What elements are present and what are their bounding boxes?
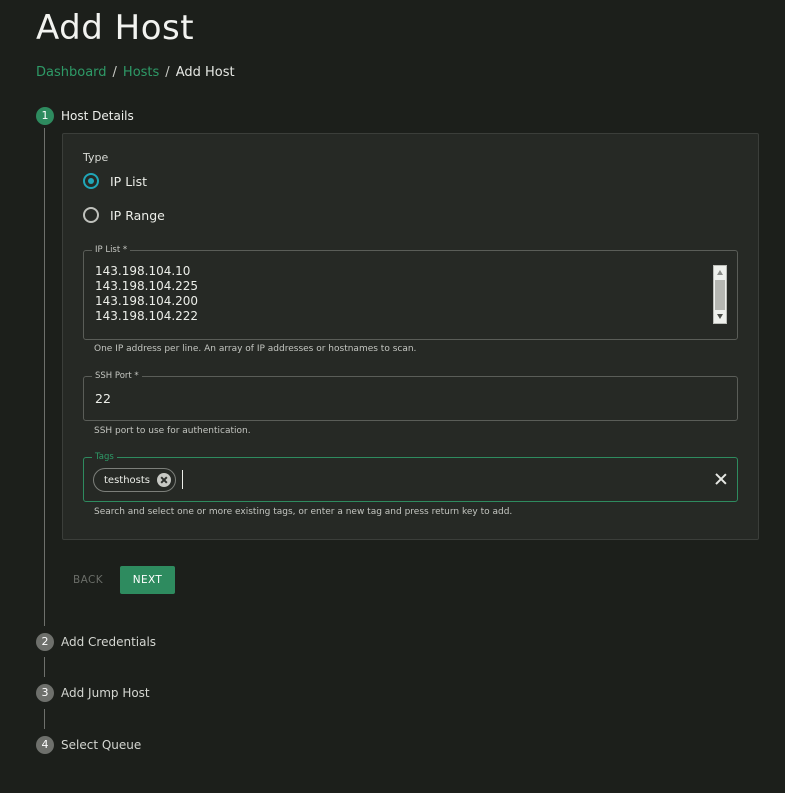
host-details-card: Type IP List IP Range IP List * 143.198.… [62,133,759,540]
ssh-port-label: SSH Port * [92,370,142,382]
tag-chip-label: testhosts [104,474,151,486]
radio-ip-list-label: IP List [110,173,148,189]
breadcrumb-separator: / [112,65,117,80]
ip-list-label: IP List * [92,244,131,256]
breadcrumb-dashboard-link[interactable]: Dashboard [36,65,107,80]
step-1-icon: 1 [36,107,54,125]
scrollbar-thumb[interactable] [715,280,725,310]
ip-list-field[interactable]: IP List * 143.198.104.10 143.198.104.225… [83,244,738,340]
radio-ip-range-label: IP Range [110,207,165,223]
step-connector [44,657,45,677]
ip-line: 143.198.104.225 [95,279,199,293]
tag-chip: testhosts [93,468,177,492]
tags-label: Tags [92,451,117,463]
step-3-icon: 3 [36,684,54,702]
ip-line: 143.198.104.222 [95,309,199,323]
type-label: Type [83,151,109,164]
step-add-credentials: Add Credentials [61,635,157,649]
close-icon[interactable] [715,473,727,485]
step-select-queue: Select Queue [61,738,142,752]
scroll-down-icon[interactable] [717,314,723,319]
tags-input[interactable] [182,470,183,489]
radio-checked-icon[interactable] [83,173,99,189]
page-title: Add Host [36,8,195,48]
breadcrumb: Dashboard / Hosts / Add Host [36,64,235,82]
chip-remove-icon[interactable] [157,473,172,487]
ssh-port-helper: SSH port to use for authentication. [94,426,251,436]
radio-ip-range[interactable]: IP Range [83,207,165,223]
ip-line: 143.198.104.200 [95,294,199,308]
radio-unchecked-icon[interactable] [83,207,99,223]
breadcrumb-hosts-link[interactable]: Hosts [123,65,159,80]
ssh-port-input[interactable]: 22 [95,391,111,406]
page: Add Host Dashboard / Hosts / Add Host 1 Host… [0,0,785,793]
step-2-icon: 2 [36,633,54,651]
ip-list-scrollbar[interactable] [713,265,727,324]
ip-list-textarea[interactable]: 143.198.104.10 143.198.104.225 143.198.1… [95,264,198,324]
tags-helper: Search and select one or more existing t… [94,507,513,517]
step-4-icon: 4 [36,736,54,754]
ip-list-helper: One IP address per line. An array of IP … [94,344,417,354]
tags-field[interactable]: Tags testhosts [83,451,738,502]
scroll-up-icon[interactable] [717,270,723,275]
radio-ip-list[interactable]: IP List [83,173,147,189]
ssh-port-field[interactable]: SSH Port * 22 [83,370,738,421]
breadcrumb-separator: / [165,65,170,80]
step-connector [44,709,45,729]
step-add-jump-host: Add Jump Host [61,686,150,700]
ip-line: 143.198.104.10 [95,264,191,278]
step-host-details: Host Details [61,109,134,123]
next-button[interactable]: NEXT [120,566,175,594]
step-connector [44,128,45,626]
back-button[interactable]: BACK [64,566,112,594]
breadcrumb-current: Add Host [175,65,235,80]
